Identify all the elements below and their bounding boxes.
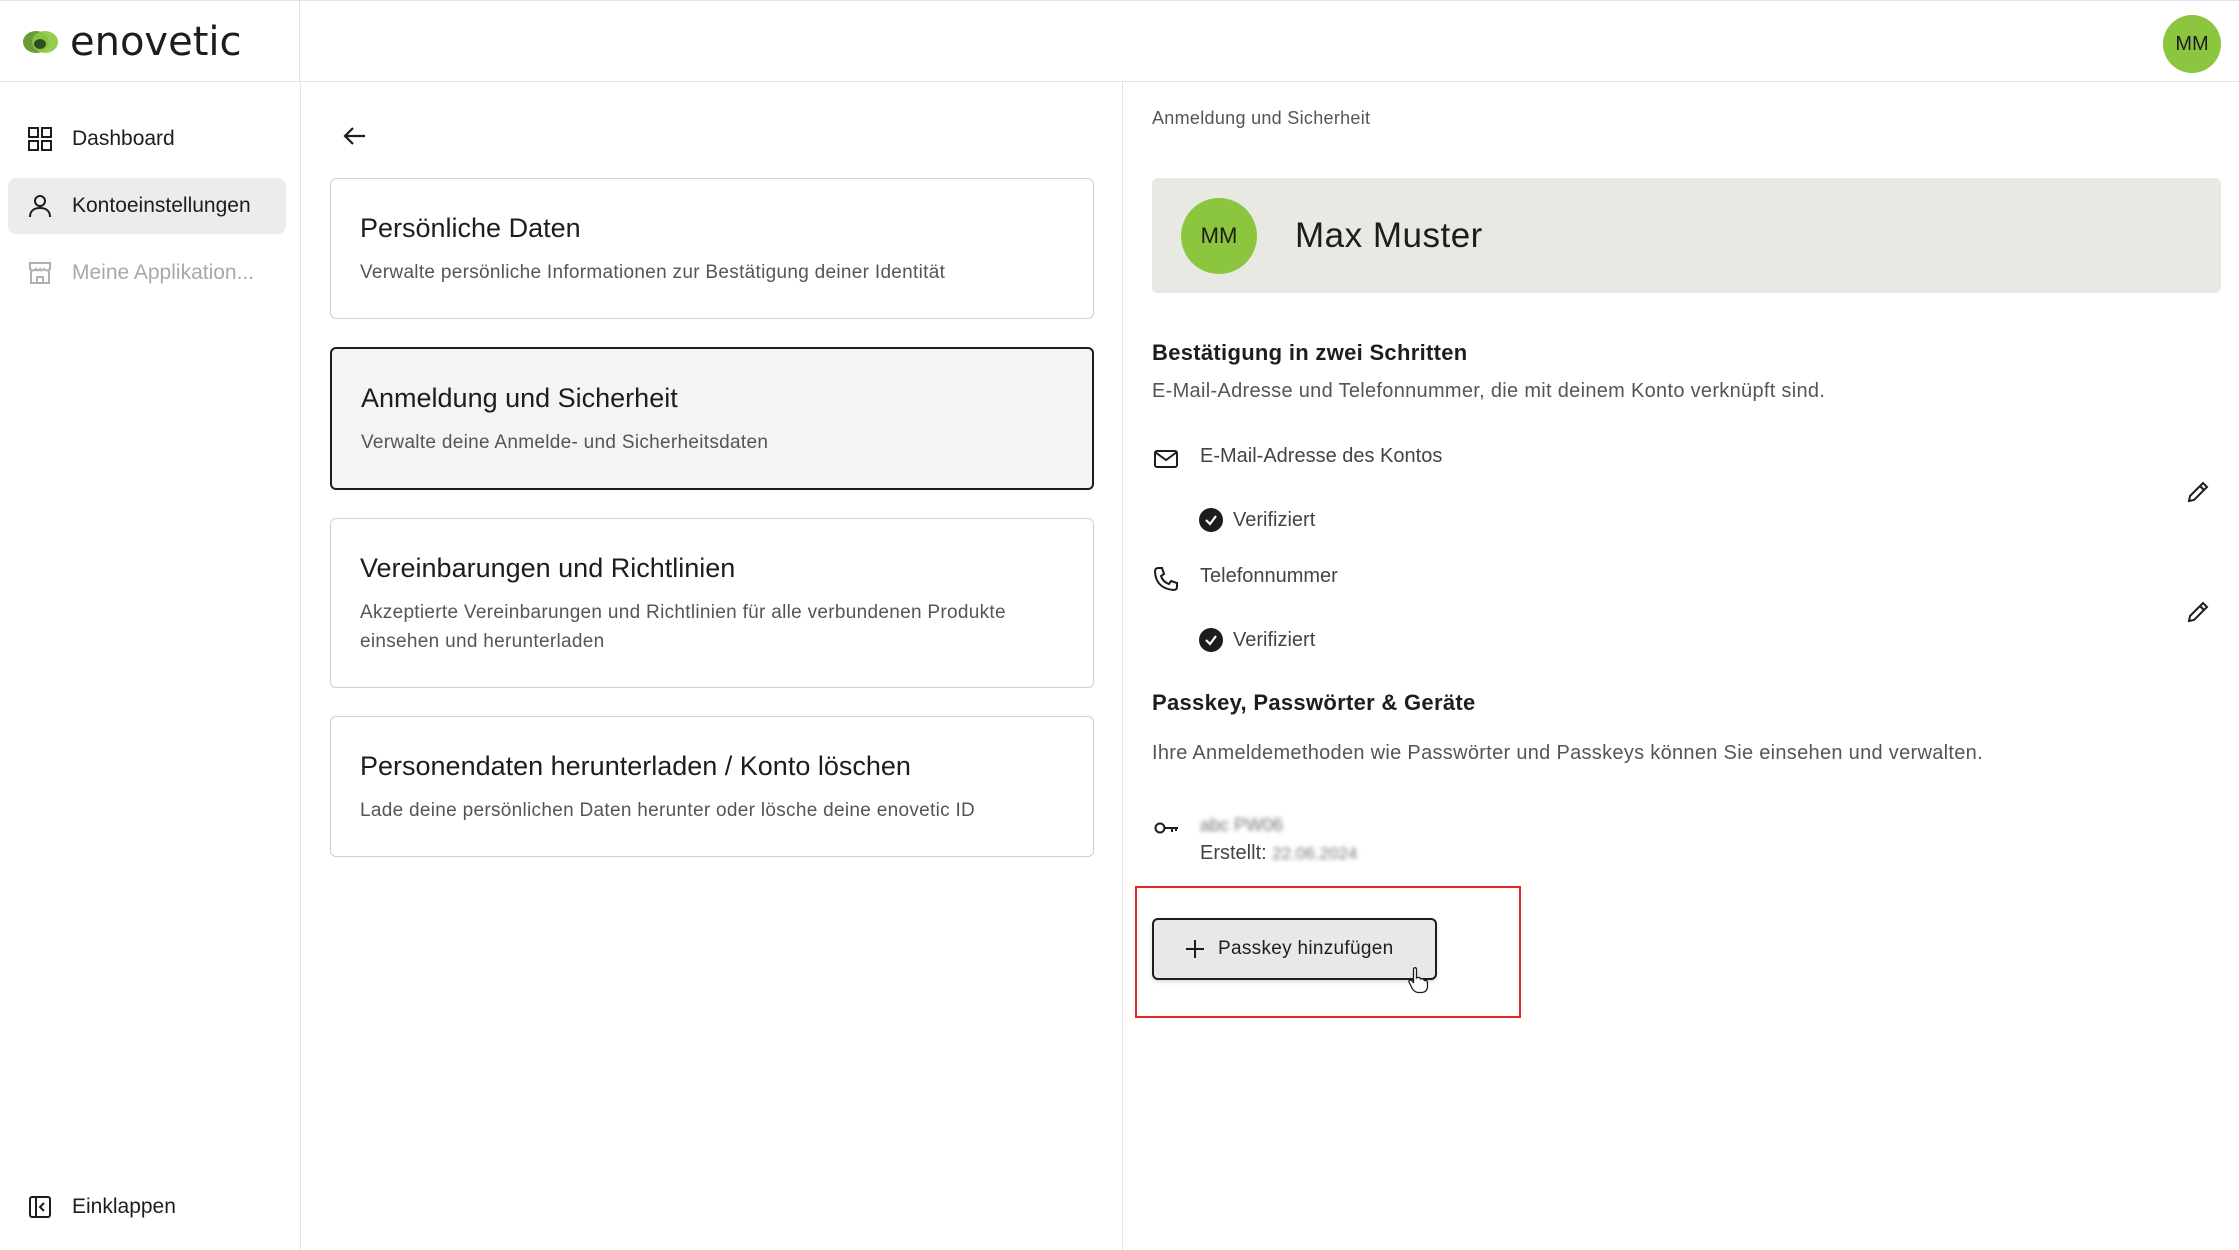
- store-icon: [26, 259, 54, 287]
- sidebar-item-label: Kontoeinstellungen: [72, 194, 251, 217]
- phone-status: Verifiziert: [1233, 628, 1316, 651]
- passkeys-title: Passkey, Passwörter & Geräte: [1152, 690, 1476, 715]
- plus-icon: [1186, 940, 1204, 958]
- card-vereinbarungen-richtlinien[interactable]: Vereinbarungen und Richtlinien Akzeptier…: [330, 518, 1094, 688]
- phone-icon: [1153, 567, 1178, 592]
- card-title: Personendaten herunterladen / Konto lösc…: [360, 751, 911, 781]
- check-circle-icon: [1199, 628, 1223, 652]
- phone-label: Telefonnummer: [1200, 565, 1338, 587]
- enovetic-logo-icon: [23, 30, 58, 53]
- pencil-icon[interactable]: [2185, 479, 2211, 505]
- user-icon: [26, 192, 54, 220]
- pencil-icon[interactable]: [2185, 599, 2211, 625]
- collapse-icon: [26, 1193, 54, 1221]
- sidebar-item-dashboard[interactable]: Dashboard: [8, 111, 286, 167]
- key-icon: [1154, 822, 1178, 834]
- brand-name: enovetic: [70, 18, 242, 65]
- card-desc: Akzeptierte Vereinbarungen und Richtlini…: [360, 602, 1006, 652]
- email-verified-badge: Verifiziert: [1199, 508, 1315, 532]
- passkeys-desc: Ihre Anmeldemethoden wie Passwörter und …: [1152, 742, 1983, 764]
- sidebar: Dashboard Kontoeinstellungen Meine Appli…: [0, 82, 301, 1250]
- add-passkey-button[interactable]: Passkey hinzufügen: [1152, 918, 1437, 980]
- created-label: Erstellt:: [1200, 842, 1267, 864]
- card-personendaten-konto-loeschen[interactable]: Personendaten herunterladen / Konto lösc…: [330, 716, 1094, 857]
- card-desc: Verwalte persönliche Informationen zur B…: [360, 262, 946, 283]
- sidebar-collapse-button[interactable]: Einklappen: [8, 1179, 286, 1235]
- hand-cursor-icon: [1408, 967, 1429, 994]
- brand[interactable]: enovetic: [0, 1, 300, 82]
- add-passkey-label: Passkey hinzufügen: [1218, 938, 1394, 959]
- mail-icon: [1154, 450, 1178, 468]
- passkey-created: Erstellt: 22.06.2024: [1200, 842, 1357, 865]
- security-detail-panel: Anmeldung und Sicherheit MM Max Muster B…: [1124, 82, 2239, 1250]
- passkey-name: abc PW06: [1200, 815, 1284, 835]
- card-desc: Lade deine persönlichen Daten herunter o…: [360, 800, 976, 821]
- card-persoenliche-daten[interactable]: Persönliche Daten Verwalte persönliche I…: [330, 178, 1094, 319]
- card-title: Persönliche Daten: [360, 213, 581, 243]
- card-title: Anmeldung und Sicherheit: [361, 383, 678, 413]
- grid-icon: [26, 125, 54, 153]
- collapse-label: Einklappen: [72, 1195, 176, 1218]
- breadcrumb: Anmeldung und Sicherheit: [1152, 108, 1371, 128]
- sidebar-item-label: Meine Applikation...: [72, 261, 255, 284]
- sidebar-item-kontoeinstellungen[interactable]: Kontoeinstellungen: [8, 178, 286, 234]
- created-value: 22.06.2024: [1272, 844, 1358, 863]
- sidebar-item-label: Dashboard: [72, 127, 175, 150]
- check-circle-icon: [1199, 508, 1223, 532]
- card-title: Vereinbarungen und Richtlinien: [360, 553, 736, 583]
- avatar: MM: [1181, 197, 1257, 274]
- settings-menu: Persönliche Daten Verwalte persönliche I…: [301, 82, 1123, 1250]
- card-anmeldung-sicherheit[interactable]: Anmeldung und Sicherheit Verwalte deine …: [330, 347, 1094, 490]
- app-root: enovetic MM Dashboard Kontoeinstellungen: [0, 0, 2239, 1250]
- email-status: Verifiziert: [1233, 508, 1316, 531]
- sidebar-item-meine-applikationen[interactable]: Meine Applikation...: [8, 245, 286, 301]
- user-avatar[interactable]: MM: [2163, 15, 2221, 73]
- two-step-desc: E-Mail-Adresse und Telefonnummer, die mi…: [1152, 380, 1826, 402]
- top-bar: enovetic MM: [0, 0, 2239, 82]
- profile-header: MM Max Muster: [1152, 178, 2221, 293]
- back-arrow-icon[interactable]: [339, 120, 371, 152]
- phone-verified-badge: Verifiziert: [1199, 628, 1315, 652]
- card-desc: Verwalte deine Anmelde- und Sicherheitsd…: [361, 432, 769, 453]
- profile-name: Max Muster: [1295, 215, 1483, 255]
- two-step-title: Bestätigung in zwei Schritten: [1152, 340, 1468, 365]
- email-label: E-Mail-Adresse des Kontos: [1200, 445, 1443, 467]
